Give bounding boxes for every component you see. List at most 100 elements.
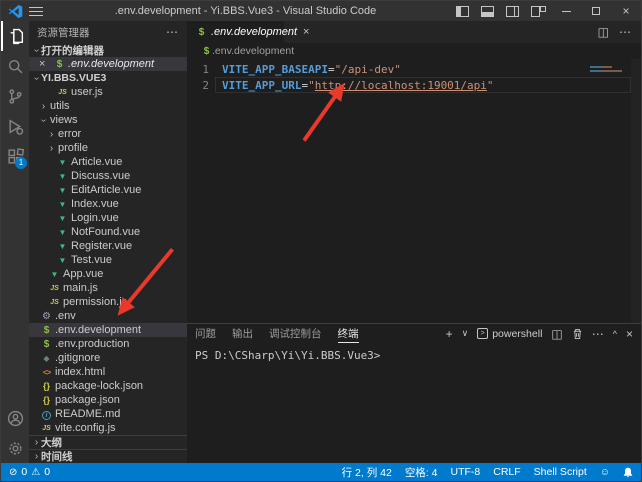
tree-item-notfound-vue[interactable]: ▼NotFound.vue xyxy=(29,225,187,239)
panel-actions: + ∨ > powershell ◫ ⋯ ^ × xyxy=(446,327,633,341)
vue-file-icon: ▼ xyxy=(56,170,69,183)
tree-item-label: main.js xyxy=(63,282,98,294)
new-terminal-icon[interactable]: + xyxy=(446,327,453,341)
toggle-sidebar-icon[interactable] xyxy=(456,6,469,17)
maximize-button[interactable] xyxy=(581,1,611,21)
chevron-right-icon: › xyxy=(39,101,48,112)
shell-file-icon: $ xyxy=(195,26,208,39)
menu-icon[interactable] xyxy=(29,7,43,16)
url-link[interactable]: http://localhost:19001/api xyxy=(315,79,487,92)
tree-item-article-vue[interactable]: ▼Article.vue xyxy=(29,155,187,169)
close-button[interactable]: × xyxy=(611,1,641,21)
editor-scrollbar[interactable] xyxy=(631,59,641,323)
open-editor-item[interactable]: × $ .env.development xyxy=(29,57,187,71)
split-terminal-icon[interactable]: ◫ xyxy=(551,327,562,341)
tree-item-package-json[interactable]: {}package.json xyxy=(29,393,187,407)
tree-item--env-development[interactable]: $.env.development xyxy=(29,323,187,337)
extensions-icon[interactable]: 1 xyxy=(1,141,29,171)
tree-item-views[interactable]: ›views xyxy=(29,113,187,127)
line-number: 2 xyxy=(187,79,209,92)
feedback-smiley-icon[interactable]: ☺ xyxy=(600,467,610,478)
encoding[interactable]: UTF-8 xyxy=(451,466,481,478)
tree-item-permission-js[interactable]: JSpermission.js xyxy=(29,295,187,309)
timeline-section-header[interactable]: › 时间线 xyxy=(29,449,187,463)
tree-item-utils[interactable]: ›utils xyxy=(29,99,187,113)
tree-item-error[interactable]: ›error xyxy=(29,127,187,141)
vue-file-icon: ▼ xyxy=(56,254,69,267)
kill-terminal-icon[interactable] xyxy=(572,328,583,340)
account-icon[interactable] xyxy=(1,403,29,433)
project-section-header[interactable]: › YI.BBS.VUE3 xyxy=(29,71,187,85)
breadcrumb[interactable]: $ .env.development xyxy=(187,43,641,59)
split-editor-icon[interactable]: ◫ xyxy=(598,25,609,39)
tree-item-label: .gitignore xyxy=(55,352,100,364)
settings-gear-icon[interactable] xyxy=(1,433,29,463)
close-panel-icon[interactable]: × xyxy=(626,327,633,341)
panel-tab-4[interactable]: 终端 xyxy=(338,324,359,343)
tree-item-label: Test.vue xyxy=(71,254,112,266)
vscode-window: .env.development - Yi.BBS.Vue3 - Visual … xyxy=(0,0,642,482)
sidebar-title: 资源管理器 xyxy=(37,25,90,40)
explorer-more-actions-icon[interactable]: ⋯ xyxy=(166,25,179,39)
tab-env-development[interactable]: $ .env.development × xyxy=(187,21,284,43)
tree-item-app-vue[interactable]: ▼App.vue xyxy=(29,267,187,281)
tree-item-test-vue[interactable]: ▼Test.vue xyxy=(29,253,187,267)
panel-tab-1[interactable]: 问题 xyxy=(195,324,216,343)
search-icon[interactable] xyxy=(1,51,29,81)
toggle-secondary-sidebar-icon[interactable] xyxy=(506,6,519,17)
tree-item--gitignore[interactable]: ◆.gitignore xyxy=(29,351,187,365)
warning-count: 0 xyxy=(44,466,50,478)
code-line-2[interactable]: 2VITE_APP_URL="http://localhost:19001/ap… xyxy=(187,77,641,93)
tree-item-label: Login.vue xyxy=(71,212,119,224)
explorer-icon[interactable] xyxy=(1,21,29,51)
toggle-panel-icon[interactable] xyxy=(481,6,494,17)
minimize-button[interactable] xyxy=(551,1,581,21)
tree-item-readme-md[interactable]: iREADME.md xyxy=(29,407,187,421)
notifications-bell-icon[interactable] xyxy=(623,467,633,478)
maximize-panel-icon[interactable]: ^ xyxy=(613,329,617,339)
open-editors-header[interactable]: › 打开的编辑器 xyxy=(29,43,187,57)
warning-icon: ⚠ xyxy=(31,467,40,478)
terminal-profile[interactable]: > powershell xyxy=(477,328,542,340)
line-number: 1 xyxy=(187,63,209,76)
panel-tab-3[interactable]: 调试控制台 xyxy=(269,324,322,343)
tree-item--env-production[interactable]: $.env.production xyxy=(29,337,187,351)
code-editor[interactable]: 1VITE_APP_BASEAPI="/api-dev"2VITE_APP_UR… xyxy=(187,59,641,323)
terminal-prompt: PS D:\CSharp\Yi\Yi.BBS.Vue3> xyxy=(195,349,380,362)
tree-item-vite-config-js[interactable]: JSvite.config.js xyxy=(29,421,187,435)
run-debug-icon[interactable] xyxy=(1,111,29,141)
customize-layout-icon[interactable] xyxy=(531,5,545,17)
terminal-output[interactable]: PS D:\CSharp\Yi\Yi.BBS.Vue3> xyxy=(187,343,641,362)
tree-item-discuss-vue[interactable]: ▼Discuss.vue xyxy=(29,169,187,183)
tree-item-label: .env.production xyxy=(55,338,129,350)
close-editor-icon[interactable]: × xyxy=(39,58,53,70)
tree-item-user-js[interactable]: JSuser.js xyxy=(29,85,187,99)
tree-item-profile[interactable]: ›profile xyxy=(29,141,187,155)
vue-file-icon: ▼ xyxy=(56,198,69,211)
eol[interactable]: CRLF xyxy=(493,466,520,478)
minimap[interactable] xyxy=(590,66,624,72)
tree-item-login-vue[interactable]: ▼Login.vue xyxy=(29,211,187,225)
tree-item-editarticle-vue[interactable]: ▼EditArticle.vue xyxy=(29,183,187,197)
panel-tab-2[interactable]: 输出 xyxy=(232,324,253,343)
shell-file-icon: $ xyxy=(201,45,212,58)
tree-item-index-html[interactable]: <>index.html xyxy=(29,365,187,379)
tree-item-label: views xyxy=(50,114,78,126)
problems-status[interactable]: ⊘ 0 ⚠ 0 xyxy=(9,466,50,478)
language-mode[interactable]: Shell Script xyxy=(534,466,587,478)
tree-item--env[interactable]: ⚙.env xyxy=(29,309,187,323)
breadcrumb-file[interactable]: .env.development xyxy=(212,45,294,57)
panel-more-actions-icon[interactable]: ⋯ xyxy=(592,327,604,341)
source-control-icon[interactable] xyxy=(1,81,29,111)
tree-item-package-lock-json[interactable]: {}package-lock.json xyxy=(29,379,187,393)
tree-item-main-js[interactable]: JSmain.js xyxy=(29,281,187,295)
indentation[interactable]: 空格: 4 xyxy=(405,465,438,480)
terminal-dropdown-icon[interactable]: ∨ xyxy=(462,328,469,339)
tree-item-index-vue[interactable]: ▼Index.vue xyxy=(29,197,187,211)
editor-more-actions-icon[interactable]: ⋯ xyxy=(619,25,631,39)
tree-item-register-vue[interactable]: ▼Register.vue xyxy=(29,239,187,253)
code-line-1[interactable]: 1VITE_APP_BASEAPI="/api-dev" xyxy=(187,61,641,77)
cursor-position[interactable]: 行 2, 列 42 xyxy=(342,465,392,480)
outline-section-header[interactable]: › 大纲 xyxy=(29,435,187,449)
js-file-icon: JS xyxy=(48,282,61,295)
